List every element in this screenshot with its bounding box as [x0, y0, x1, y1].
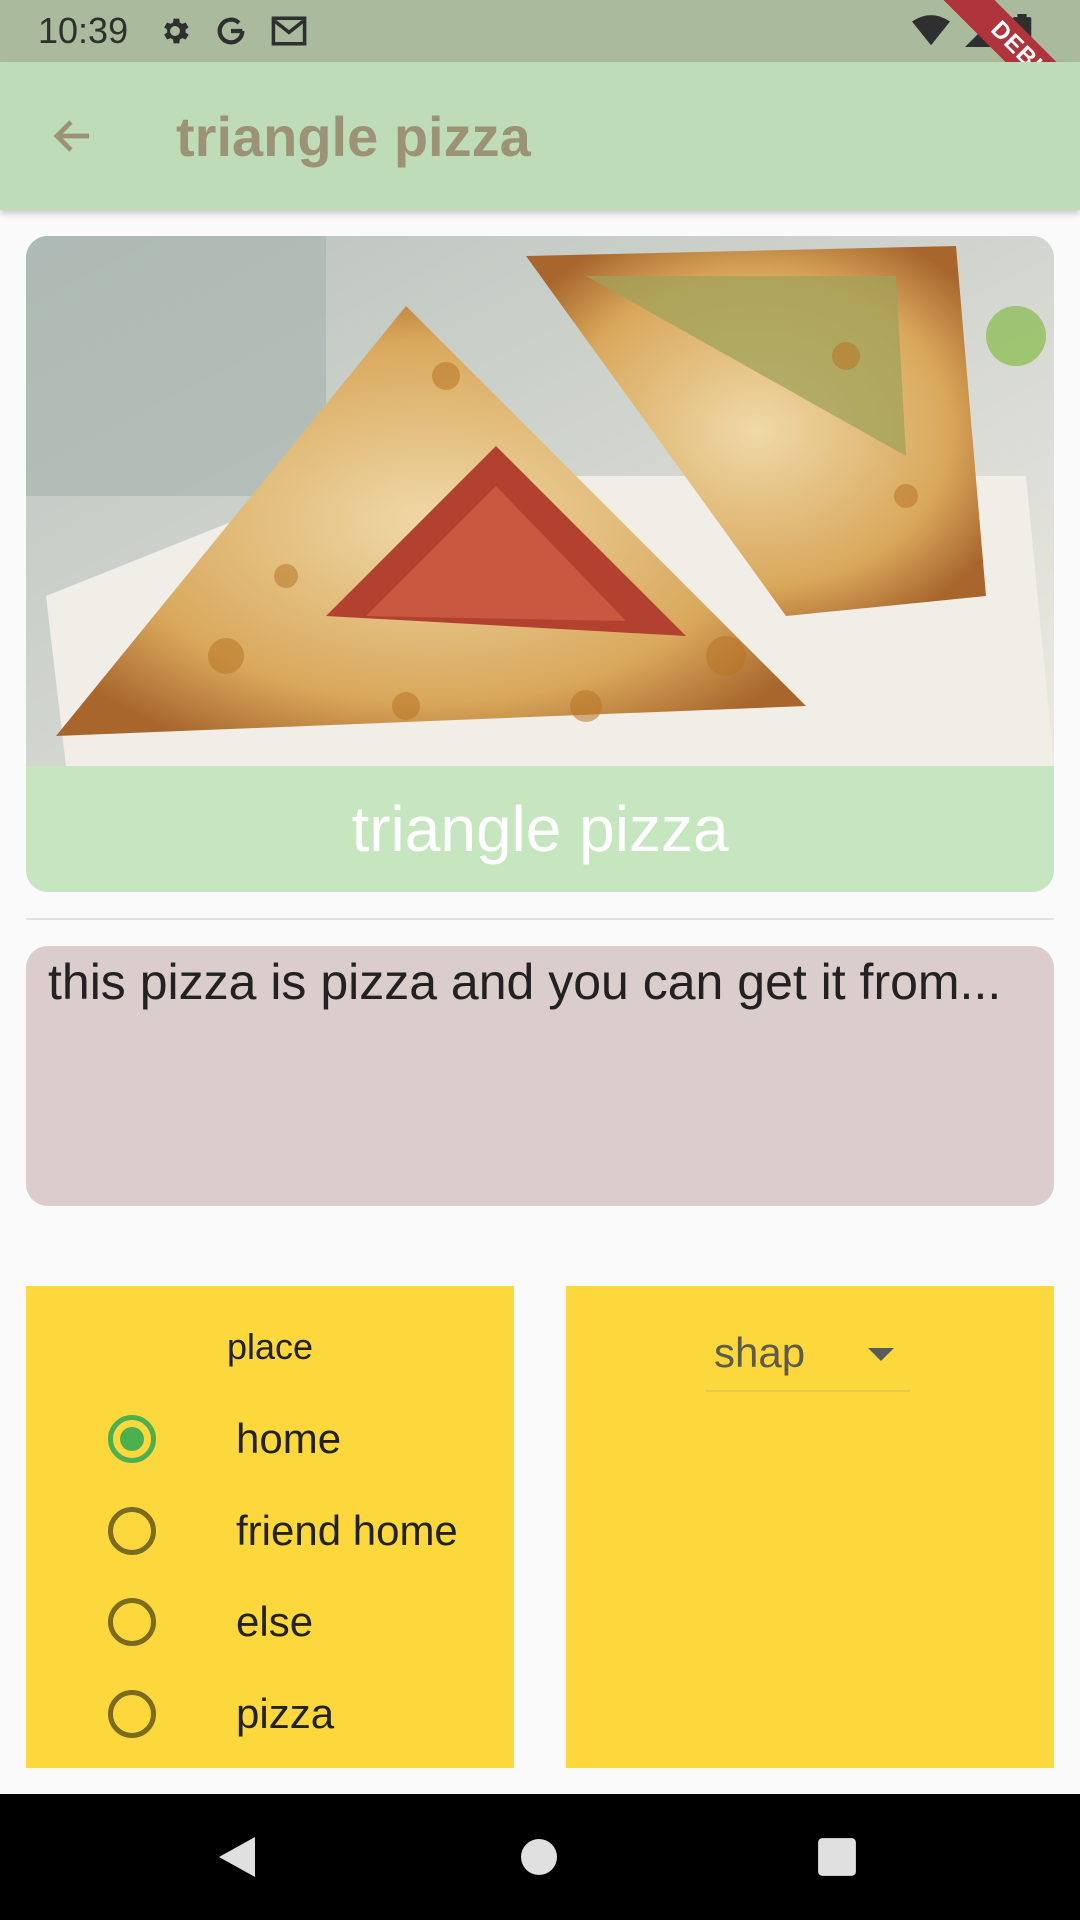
pizza-photo: [26, 236, 1054, 766]
app-bar: triangle pizza: [0, 62, 1080, 210]
radio-unselected-icon[interactable]: [108, 1598, 156, 1646]
status-icons-left: [158, 14, 308, 48]
system-nav-bar: [0, 1794, 1080, 1920]
radio-option-else[interactable]: else: [26, 1577, 514, 1667]
place-panel: place home friend home else pizza: [26, 1286, 514, 1768]
arrow-back-icon: [53, 120, 89, 152]
home-circle-icon: [521, 1839, 557, 1875]
recents-square-icon: [818, 1838, 856, 1876]
radio-label: home: [236, 1415, 342, 1462]
radio-option-friend-home[interactable]: friend home: [26, 1486, 514, 1576]
place-title: place: [226, 1326, 314, 1367]
radio-unselected-icon[interactable]: [108, 1507, 156, 1555]
radio-option-home[interactable]: home: [26, 1394, 514, 1484]
shape-panel: shap: [566, 1286, 1054, 1768]
google-icon: [217, 17, 245, 45]
gear-icon: [164, 18, 189, 44]
radio-label: else: [236, 1598, 314, 1645]
page-title: triangle pizza: [176, 104, 531, 168]
image-caption: triangle pizza: [26, 766, 1054, 892]
status-time: 10:39: [38, 10, 129, 51]
radio-selected-icon[interactable]: [108, 1415, 156, 1463]
chevron-down-icon: [868, 1348, 894, 1361]
nav-back-button[interactable]: [204, 1824, 270, 1890]
radio-label: friend home: [236, 1507, 458, 1554]
dropdown-value: shap: [714, 1329, 806, 1376]
radio-unselected-icon[interactable]: [108, 1690, 156, 1738]
description-box[interactable]: this pizza is pizza and you can get it f…: [26, 946, 1054, 1206]
divider: [26, 918, 1054, 920]
radio-option-pizza[interactable]: pizza: [26, 1669, 514, 1759]
description-text: this pizza is pizza and you can get it f…: [48, 954, 1002, 1010]
wifi-icon: [912, 15, 950, 46]
gmail-icon: [271, 16, 307, 46]
nav-home-button[interactable]: [506, 1824, 572, 1890]
nav-recents-button[interactable]: [804, 1824, 870, 1890]
radio-label: pizza: [236, 1690, 335, 1737]
status-bar: 10:39: [0, 0, 1080, 62]
back-button[interactable]: [28, 91, 118, 181]
back-triangle-icon: [219, 1837, 255, 1877]
pizza-image-card[interactable]: triangle pizza: [26, 236, 1054, 892]
shape-dropdown[interactable]: shap: [706, 1316, 910, 1392]
